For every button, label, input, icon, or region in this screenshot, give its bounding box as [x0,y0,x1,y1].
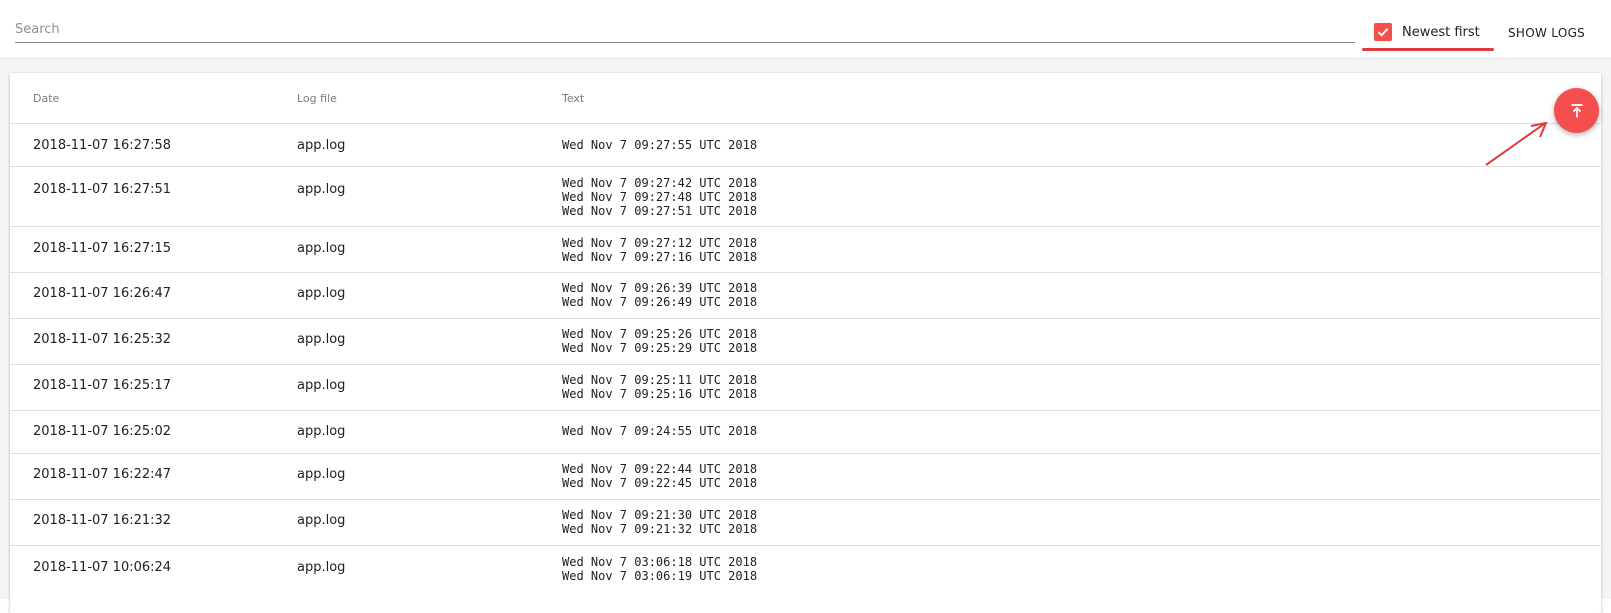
table-row[interactable]: 2018-11-07 16:27:58 app.log Wed Nov 7 09… [10,124,1601,167]
row-text: Wed Nov 7 09:21:30 UTC 2018 Wed Nov 7 09… [562,508,758,536]
logs-table: Date Log file Text 2018-11-07 16:27:58 a… [10,73,1601,613]
row-date: 2018-11-07 16:26:47 [33,286,172,301]
show-logs-button[interactable]: SHOW LOGS [1500,18,1593,48]
row-date: 2018-11-07 16:27:51 [33,182,172,197]
row-log-file: app.log [297,560,346,575]
row-text: Wed Nov 7 09:25:26 UTC 2018 Wed Nov 7 09… [562,327,758,355]
table-row[interactable]: 2018-11-07 16:25:32 app.log Wed Nov 7 09… [10,319,1601,365]
table-row[interactable]: 2018-11-07 16:21:32 app.log Wed Nov 7 09… [10,500,1601,546]
row-log-file: app.log [297,424,346,439]
row-log-file: app.log [297,241,346,256]
search-field[interactable] [15,18,1355,43]
row-text: Wed Nov 7 09:22:44 UTC 2018 Wed Nov 7 09… [562,462,758,490]
row-text: Wed Nov 7 09:27:42 UTC 2018 Wed Nov 7 09… [562,176,758,218]
row-date: 2018-11-07 16:22:47 [33,467,172,482]
table-row[interactable]: 2018-11-07 16:25:17 app.log Wed Nov 7 09… [10,365,1601,411]
row-date: 2018-11-07 16:25:17 [33,378,172,393]
row-log-file: app.log [297,138,346,153]
table-row[interactable]: 2018-11-07 16:22:47 app.log Wed Nov 7 09… [10,454,1601,500]
row-log-file: app.log [297,378,346,393]
annotation-underline [1362,48,1494,51]
row-text: Wed Nov 7 09:24:55 UTC 2018 [562,424,758,438]
row-log-file: app.log [297,286,346,301]
row-text: Wed Nov 7 03:06:18 UTC 2018 Wed Nov 7 03… [562,555,758,583]
newest-first-toggle[interactable]: Newest first [1362,14,1492,50]
search-input[interactable] [15,18,1355,41]
table-row[interactable]: 2018-11-07 10:06:24 app.log Wed Nov 7 03… [10,546,1601,591]
row-text: Wed Nov 7 09:25:11 UTC 2018 Wed Nov 7 09… [562,373,758,401]
row-date: 2018-11-07 16:27:15 [33,241,172,256]
check-icon [1377,28,1389,37]
toolbar: Newest first SHOW LOGS [0,0,1611,59]
table-row[interactable]: 2018-11-07 16:25:02 app.log Wed Nov 7 09… [10,411,1601,454]
newest-first-label: Newest first [1402,24,1480,40]
row-text: Wed Nov 7 09:27:12 UTC 2018 Wed Nov 7 09… [562,236,758,264]
scroll-to-top-icon [1571,103,1582,117]
scroll-to-top-button[interactable] [1554,88,1599,133]
newest-first-checkbox[interactable] [1374,23,1392,41]
row-text: Wed Nov 7 09:26:39 UTC 2018 Wed Nov 7 09… [562,281,758,309]
row-date: 2018-11-07 16:25:02 [33,424,172,439]
table-header: Date Log file Text [10,73,1601,124]
column-header-date[interactable]: Date [33,92,59,105]
table-row[interactable]: 2018-11-07 16:27:15 app.log Wed Nov 7 09… [10,227,1601,273]
column-header-log-file[interactable]: Log file [297,92,337,105]
row-date: 2018-11-07 16:27:58 [33,138,172,153]
row-log-file: app.log [297,467,346,482]
row-date: 2018-11-07 16:25:32 [33,332,172,347]
row-date: 2018-11-07 16:21:32 [33,513,172,528]
row-log-file: app.log [297,332,346,347]
column-header-text[interactable]: Text [562,92,584,105]
row-date: 2018-11-07 10:06:24 [33,560,172,575]
row-log-file: app.log [297,513,346,528]
table-row[interactable]: 2018-11-07 16:27:51 app.log Wed Nov 7 09… [10,167,1601,227]
row-text: Wed Nov 7 09:27:55 UTC 2018 [562,138,758,152]
table-row[interactable]: 2018-11-07 16:26:47 app.log Wed Nov 7 09… [10,273,1601,319]
row-log-file: app.log [297,182,346,197]
